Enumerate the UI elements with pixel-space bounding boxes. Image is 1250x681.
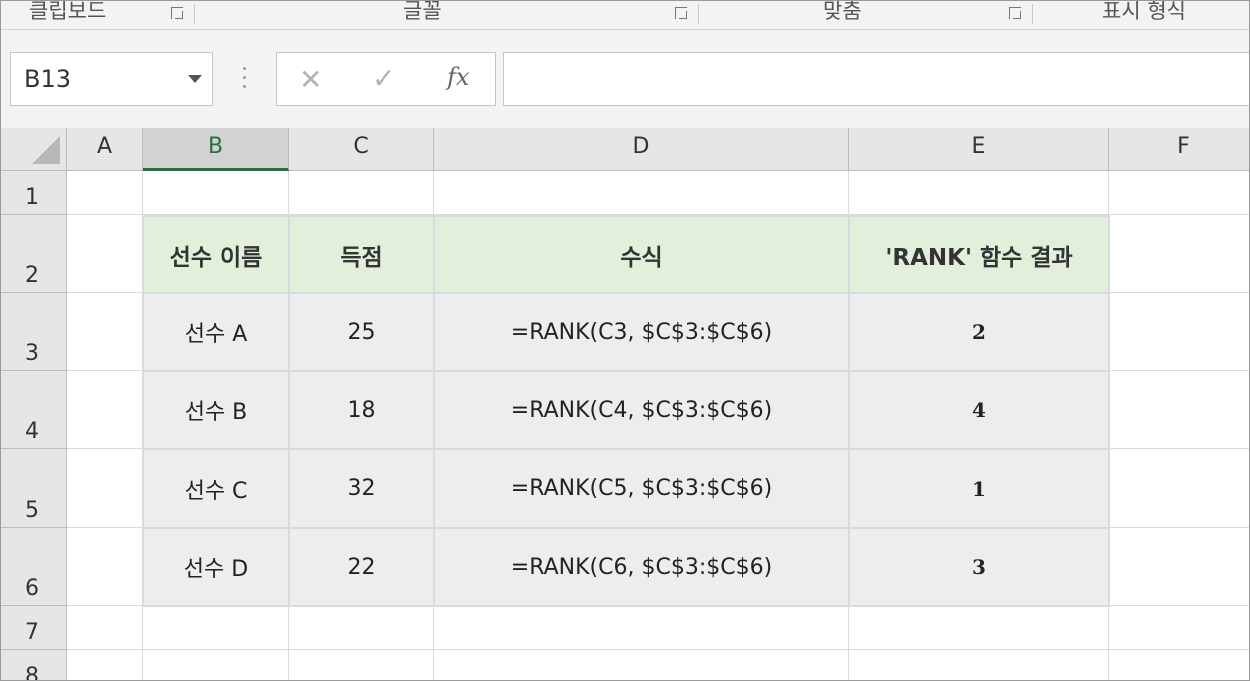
cell[interactable] xyxy=(67,371,143,449)
cell[interactable] xyxy=(1109,371,1249,449)
table-cell-rank[interactable]: 4 xyxy=(848,370,1110,450)
table-cell-rank[interactable]: 2 xyxy=(848,292,1110,372)
table-cell-name[interactable]: 선수 C xyxy=(142,448,290,529)
row-header-8[interactable]: 8 xyxy=(1,650,67,680)
table-cell-name[interactable]: 선수 B xyxy=(142,370,290,450)
cell[interactable] xyxy=(289,650,434,680)
cell[interactable] xyxy=(67,171,143,215)
table-cell-formula[interactable]: =RANK(C6, $C$3:$C$6) xyxy=(433,527,850,607)
row-header-2[interactable]: 2 xyxy=(1,215,67,293)
cell[interactable] xyxy=(434,606,849,650)
font-dialog-launcher-icon[interactable] xyxy=(675,7,687,19)
table-cell-score[interactable]: 22 xyxy=(288,527,435,607)
column-header-b[interactable]: B xyxy=(143,128,289,171)
cell[interactable] xyxy=(289,171,434,215)
table-cell-score[interactable]: 18 xyxy=(288,370,435,450)
alignment-dialog-launcher-icon[interactable] xyxy=(1009,7,1021,19)
ribbon-separator xyxy=(194,4,195,24)
select-all-button[interactable] xyxy=(1,128,67,171)
ribbon-group-labels: 클립보드 글꼴 맞춤 표시 형식 xyxy=(1,0,1249,29)
table-cell-name[interactable]: 선수 A xyxy=(142,292,290,372)
row-header-1[interactable]: 1 xyxy=(1,171,67,215)
row-header-6[interactable]: 6 xyxy=(1,528,67,606)
cell[interactable] xyxy=(143,606,289,650)
cell[interactable] xyxy=(1109,650,1249,680)
column-header-d[interactable]: D xyxy=(434,128,849,171)
cell[interactable] xyxy=(67,528,143,606)
cancel-icon[interactable]: ✕ xyxy=(299,63,322,96)
column-header-f[interactable]: F xyxy=(1109,128,1249,171)
row-header-4[interactable]: 4 xyxy=(1,371,67,449)
row-header-5[interactable]: 5 xyxy=(1,449,67,528)
table-header-rank-result[interactable]: 'RANK' 함수 결과 xyxy=(848,215,1110,294)
excel-window: 클립보드 글꼴 맞춤 표시 형식 B13 ✕ ✓ fx A B C D E F … xyxy=(0,0,1250,681)
row-header-3[interactable]: 3 xyxy=(1,293,67,371)
column-header-a[interactable]: A xyxy=(67,128,143,171)
cell[interactable] xyxy=(434,650,849,680)
table-cell-rank[interactable]: 1 xyxy=(848,448,1110,529)
insert-function-icon[interactable]: fx xyxy=(447,63,469,91)
clipboard-dialog-launcher-icon[interactable] xyxy=(171,7,183,19)
chevron-down-icon[interactable] xyxy=(188,75,202,83)
cell[interactable] xyxy=(849,171,1109,215)
table-cell-score[interactable]: 25 xyxy=(288,292,435,372)
name-box-value: B13 xyxy=(24,65,72,93)
ribbon-divider xyxy=(1,29,1249,30)
table-cell-score[interactable]: 32 xyxy=(288,448,435,529)
row-header-7[interactable]: 7 xyxy=(1,606,67,650)
cell[interactable] xyxy=(67,215,143,293)
cell[interactable] xyxy=(289,606,434,650)
table-header-score[interactable]: 득점 xyxy=(288,215,435,294)
table-cell-rank[interactable]: 3 xyxy=(848,527,1110,607)
name-box[interactable]: B13 xyxy=(10,52,213,106)
ribbon-group-clipboard: 클립보드 xyxy=(29,0,107,23)
table-header-player-name[interactable]: 선수 이름 xyxy=(142,215,290,294)
table-cell-formula[interactable]: =RANK(C5, $C$3:$C$6) xyxy=(433,448,850,529)
ribbon-group-alignment: 맞춤 xyxy=(823,0,862,23)
formula-input[interactable] xyxy=(503,52,1249,106)
ribbon-separator xyxy=(698,4,699,24)
cell[interactable] xyxy=(1109,528,1249,606)
worksheet-grid: A B C D E F 1 2 3 4 5 6 7 8 선수 이름 득점 수식 … xyxy=(1,128,1249,680)
formula-buttons: ✕ ✓ fx xyxy=(276,52,496,106)
cell[interactable] xyxy=(1109,449,1249,528)
table-cell-formula[interactable]: =RANK(C3, $C$3:$C$6) xyxy=(433,292,850,372)
cell[interactable] xyxy=(67,606,143,650)
column-header-e[interactable]: E xyxy=(849,128,1109,171)
cell[interactable] xyxy=(67,449,143,528)
column-header-c[interactable]: C xyxy=(289,128,434,171)
ribbon-group-number: 표시 형식 xyxy=(1102,0,1186,23)
cell[interactable] xyxy=(1109,215,1249,293)
cell[interactable] xyxy=(849,650,1109,680)
enter-icon[interactable]: ✓ xyxy=(372,62,395,95)
cell[interactable] xyxy=(849,606,1109,650)
cell[interactable] xyxy=(1109,293,1249,371)
cell[interactable] xyxy=(143,171,289,215)
cell[interactable] xyxy=(67,293,143,371)
cell[interactable] xyxy=(434,171,849,215)
table-cell-formula[interactable]: =RANK(C4, $C$3:$C$6) xyxy=(433,370,850,450)
ribbon-separator xyxy=(1032,4,1033,24)
table-cell-name[interactable]: 선수 D xyxy=(142,527,290,607)
cell[interactable] xyxy=(67,650,143,680)
cell[interactable] xyxy=(1109,606,1249,650)
ribbon-group-font: 글꼴 xyxy=(403,0,442,23)
cell[interactable] xyxy=(1109,171,1249,215)
table-header-formula[interactable]: 수식 xyxy=(433,215,850,294)
cell[interactable] xyxy=(143,650,289,680)
formula-bar-grip-icon[interactable] xyxy=(243,67,246,89)
